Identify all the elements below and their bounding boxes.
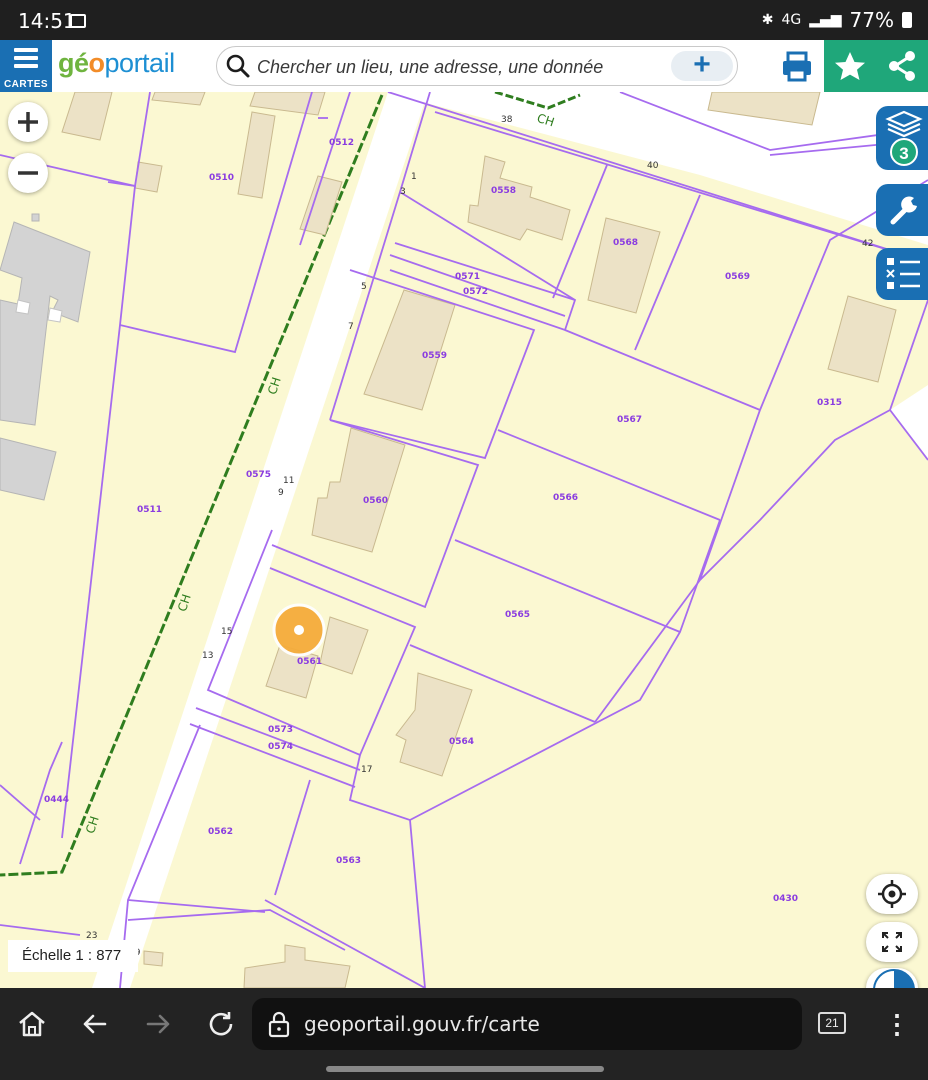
- parcel-label: 0559: [422, 351, 447, 361]
- parcel-label: 0562: [208, 827, 233, 837]
- street-number: 1: [411, 172, 417, 182]
- 4g-icon: 4G: [781, 12, 802, 28]
- parcel-label: 0512: [329, 138, 354, 148]
- legend-button[interactable]: [876, 248, 928, 300]
- tools-button[interactable]: [876, 184, 928, 236]
- status-time: 14:51: [18, 9, 76, 33]
- street-number: 40: [647, 161, 659, 171]
- scale-indicator: Échelle 1 : 877: [8, 940, 138, 972]
- parcel-label: 0565: [505, 610, 530, 620]
- parcel-label: 0569: [725, 272, 750, 282]
- tabs-icon: 21: [825, 1016, 839, 1030]
- url-text: geoportail.gouv.fr/carte: [304, 1012, 540, 1036]
- signal-icon: ▂▄▆: [809, 12, 842, 28]
- favorites-button[interactable]: [824, 40, 876, 92]
- basemap-icon: [873, 969, 915, 988]
- parcel-label: 0568: [613, 238, 638, 248]
- basemap-toggle-button[interactable]: [866, 968, 918, 988]
- buildings: [61, 92, 897, 988]
- share-button[interactable]: [876, 40, 928, 92]
- road-label: CH: [175, 592, 194, 613]
- share-icon: [889, 51, 915, 81]
- back-icon[interactable]: [77, 1006, 113, 1042]
- search-input[interactable]: [257, 53, 677, 81]
- street-number: 13: [202, 651, 213, 661]
- expand-icon: [882, 932, 902, 952]
- gallery-icon: [70, 14, 86, 28]
- gesture-handle: [326, 1066, 604, 1072]
- parcel-label: 0510: [209, 173, 234, 183]
- top-toolbar: CARTES géoportail +: [0, 40, 928, 92]
- layers-button[interactable]: 3: [876, 106, 928, 170]
- parcel-label: 0572: [463, 287, 488, 297]
- parcel-label: 0574: [268, 742, 293, 752]
- geoportail-logo[interactable]: géoportail: [58, 48, 175, 79]
- parcel-label: 0561: [297, 657, 322, 667]
- parcel-label: 0575: [246, 470, 271, 480]
- street-number: 9: [278, 488, 284, 498]
- url-bar[interactable]: geoportail.gouv.fr/carte: [252, 998, 802, 1050]
- parcel-label: 0563: [336, 856, 361, 866]
- forward-icon[interactable]: [140, 1006, 176, 1042]
- parcel-label: 0511: [137, 505, 162, 515]
- fullscreen-button[interactable]: [866, 922, 918, 962]
- print-icon[interactable]: [774, 46, 820, 86]
- street-number: 3: [400, 187, 406, 197]
- parcel-label: 0430: [773, 894, 798, 904]
- plus-icon: [18, 112, 38, 132]
- layers-count-badge: 3: [890, 138, 918, 166]
- parcel-label: 0560: [363, 496, 388, 506]
- zoom-in-button[interactable]: [8, 102, 48, 142]
- crosshair-icon: [878, 880, 906, 908]
- menu-button[interactable]: CARTES: [0, 40, 52, 92]
- reload-icon[interactable]: [203, 1006, 239, 1042]
- parcel-label: 0558: [491, 186, 516, 196]
- parcel-label: 0567: [617, 415, 642, 425]
- search-bar: +: [216, 46, 738, 86]
- parcel-label: 0564: [449, 737, 474, 747]
- home-icon[interactable]: [14, 1006, 50, 1042]
- legend-icon: [886, 258, 920, 289]
- search-icon[interactable]: [225, 53, 251, 79]
- parcel-label: 0315: [817, 398, 842, 408]
- wrench-icon: [890, 196, 917, 225]
- street-number: 15: [221, 627, 232, 637]
- street-number: 38: [501, 115, 513, 125]
- location-marker[interactable]: [272, 603, 326, 657]
- tabs-button[interactable]: 21: [818, 1012, 846, 1034]
- status-bar: 14:51 ✱ 4G ▂▄▆ 77%: [0, 0, 928, 40]
- menu-icon: [14, 48, 38, 68]
- plus-icon: +: [693, 48, 711, 81]
- bluetooth-icon: ✱: [761, 12, 774, 28]
- street-number: 7: [348, 322, 354, 332]
- menu-label: CARTES: [3, 79, 49, 90]
- lock-icon[interactable]: [266, 1010, 292, 1038]
- more-icon[interactable]: ⋮: [884, 1006, 910, 1042]
- geolocate-button[interactable]: [866, 874, 918, 914]
- parcel-label: 0566: [553, 493, 578, 503]
- map-canvas[interactable]: 0512 0510 0558 0568 0569 0571 0572 0559 …: [0, 92, 928, 988]
- street-number: 17: [361, 765, 372, 775]
- street-number: 42: [862, 239, 873, 249]
- minus-icon: [18, 171, 38, 175]
- street-number: 5: [361, 282, 367, 292]
- street-number: 11: [283, 476, 294, 486]
- road-label: CH: [265, 375, 284, 396]
- cadastral-map[interactable]: 0512 0510 0558 0568 0569 0571 0572 0559 …: [0, 92, 928, 988]
- star-icon: [835, 52, 865, 80]
- zoom-out-button[interactable]: [8, 153, 48, 193]
- parcel-label: 0444: [44, 795, 69, 805]
- add-data-button[interactable]: +: [671, 48, 733, 81]
- battery-text: 77%: [849, 8, 894, 32]
- road-ch: [92, 92, 428, 988]
- parcel-label: 0573: [268, 725, 293, 735]
- battery-icon: [902, 12, 912, 28]
- gray-buildings: [0, 213, 91, 501]
- parcel-label: 0571: [455, 272, 480, 282]
- status-icons: ✱ 4G ▂▄▆ 77%: [762, 8, 912, 32]
